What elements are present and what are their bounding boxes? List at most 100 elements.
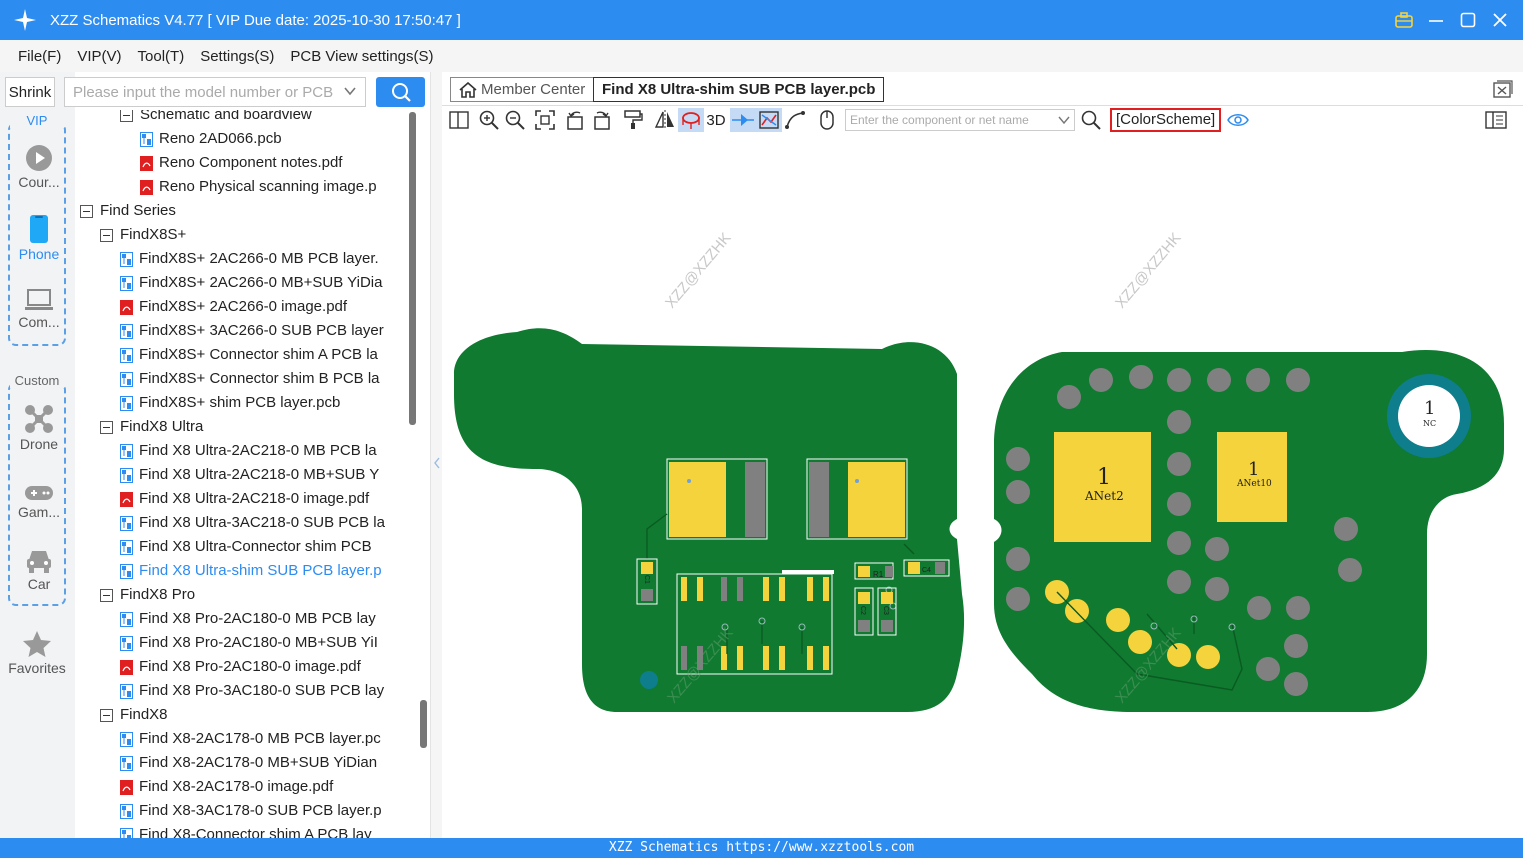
tree-file[interactable]: Find X8 Pro-2AC180-0 image.pdf	[120, 655, 361, 679]
tree-file[interactable]: Find X8-2AC178-0 MB+SUB YiDian	[120, 751, 377, 775]
tree-node-label: FindX8S+ Connector shim B PCB la	[139, 370, 380, 387]
net-highlight-button[interactable]	[678, 108, 704, 132]
collapse-toggle-icon[interactable]	[100, 228, 113, 242]
shrink-button[interactable]: Shrink	[5, 77, 55, 107]
chevron-left-icon[interactable]	[433, 457, 441, 469]
collapse-toggle-icon[interactable]	[100, 708, 113, 722]
trace-button[interactable]	[782, 108, 808, 132]
menu-tool[interactable]: Tool(T)	[138, 48, 185, 65]
vip-bag-icon[interactable]	[1395, 11, 1413, 29]
tree-scrollbar[interactable]	[409, 112, 416, 425]
pcb-render[interactable]: XZZ@XZZHK XZZ@XZZHK C1 R1 C4 C2 C3 1 ANe…	[442, 134, 1523, 838]
tree-file[interactable]: Find X8-3AC178-0 SUB PCB layer.p	[120, 799, 382, 823]
search-button[interactable]	[376, 77, 425, 107]
tree-file[interactable]: Reno Component notes.pdf	[140, 151, 342, 175]
color-scheme-button[interactable]: [ColorScheme]	[1110, 108, 1222, 132]
tree-folder[interactable]: FindX8	[100, 703, 168, 727]
collapse-toggle-icon[interactable]	[100, 420, 113, 434]
rail-item-car[interactable]: Car	[10, 548, 68, 592]
tab-member-center[interactable]: Member Center	[450, 77, 595, 102]
maximize-button[interactable]	[1459, 11, 1477, 29]
fit-view-button[interactable]	[532, 108, 558, 132]
tree-scrollbar-secondary[interactable]	[420, 700, 427, 748]
tree-file[interactable]: Find X8-2AC178-0 image.pdf	[120, 775, 333, 799]
minimize-button[interactable]	[1427, 11, 1445, 29]
collapse-toggle-icon[interactable]	[100, 588, 113, 602]
rail-item-favorites[interactable]: Favorites	[3, 630, 71, 676]
watermark-2: XZZ@XZZHK	[1112, 230, 1185, 312]
zoom-out-button[interactable]	[502, 108, 528, 132]
tree-file[interactable]: Find X8 Ultra-3AC218-0 SUB PCB la	[120, 511, 385, 535]
close-all-tabs-icon[interactable]	[1493, 80, 1513, 98]
watermark-1: XZZ@XZZHK	[662, 230, 735, 312]
chevron-down-icon[interactable]	[343, 84, 357, 98]
mirror-button[interactable]	[652, 108, 678, 132]
menu-file[interactable]: File(F)	[18, 48, 61, 65]
tree-file[interactable]: FindX8S+ Connector shim A PCB la	[120, 343, 378, 367]
collapse-toggle-icon[interactable]	[120, 110, 133, 122]
toggle-panel-button[interactable]	[446, 108, 472, 132]
r1-label: R1	[873, 570, 884, 579]
tree-folder[interactable]: Find Series	[80, 199, 176, 223]
tree-file[interactable]: Find X8 Ultra-2AC218-0 MB PCB la	[120, 439, 377, 463]
tree-file[interactable]: Find X8 Ultra-shim SUB PCB layer.p	[120, 559, 382, 583]
tree-file[interactable]: FindX8S+ 2AC266-0 MB PCB layer.	[120, 247, 379, 271]
component-search-input[interactable]: Enter the component or net name	[845, 109, 1075, 131]
rotate-right-button[interactable]	[589, 108, 615, 132]
rail-item-game[interactable]: Gam...	[10, 484, 68, 520]
title-bar: XZZ Schematics V4.77 [ VIP Due date: 202…	[0, 0, 1523, 40]
mouse-mode-button[interactable]	[814, 108, 840, 132]
rail-item-computer[interactable]: Com...	[10, 288, 68, 330]
rail-item-drone[interactable]: Drone	[10, 404, 68, 452]
big-pad-2-net: ANet10	[1236, 479, 1272, 489]
tree-file[interactable]: FindX8S+ Connector shim B PCB la	[120, 367, 380, 391]
tree-file[interactable]: Find X8 Ultra-2AC218-0 image.pdf	[120, 487, 369, 511]
paint-button[interactable]	[620, 108, 646, 132]
tree-file[interactable]: Reno Physical scanning image.p	[140, 175, 377, 199]
pin-direction-button[interactable]	[730, 108, 756, 132]
tree-file[interactable]: Find X8 Ultra-Connector shim PCB	[120, 535, 372, 559]
tree-file[interactable]: Find X8-Connector shim A PCB lay	[120, 823, 372, 838]
chevron-down-icon[interactable]	[1058, 114, 1070, 126]
tree-folder[interactable]: FindX8 Ultra	[100, 415, 203, 439]
tree-file[interactable]: Find X8-2AC178-0 MB PCB layer.pc	[120, 727, 381, 751]
tree-file[interactable]: FindX8S+ 2AC266-0 image.pdf	[120, 295, 347, 319]
layer-view-button[interactable]	[756, 108, 782, 132]
drone-icon	[25, 405, 53, 433]
pdf-file-icon	[120, 659, 133, 675]
layer-view-icon	[759, 111, 779, 129]
close-button[interactable]	[1491, 11, 1509, 29]
tree-file[interactable]: Find X8 Pro-2AC180-0 MB+SUB YiI	[120, 631, 378, 655]
play-circle-icon	[26, 145, 52, 171]
tree-folder[interactable]: Schematic and boardview	[120, 110, 312, 127]
rotate-left-button[interactable]	[562, 108, 588, 132]
side-panel-button[interactable]	[1483, 108, 1509, 132]
tree-file[interactable]: Find X8 Pro-3AC180-0 SUB PCB lay	[120, 679, 384, 703]
component-search-button[interactable]	[1078, 108, 1104, 132]
zoom-in-button[interactable]	[476, 108, 502, 132]
panel-splitter[interactable]	[430, 72, 442, 838]
tree-node-label: Find X8-3AC178-0 SUB PCB layer.p	[139, 802, 382, 819]
rail-item-phone[interactable]: Phone	[10, 214, 68, 262]
collapse-toggle-icon[interactable]	[80, 204, 93, 218]
pcb-file-icon	[120, 683, 133, 699]
tree-folder[interactable]: FindX8 Pro	[100, 583, 195, 607]
menu-settings[interactable]: Settings(S)	[200, 48, 274, 65]
model-search-input[interactable]: Please input the model number or PCB	[64, 77, 366, 107]
tree-file[interactable]: FindX8S+ 2AC266-0 MB+SUB YiDia	[120, 271, 382, 295]
pcb-canvas[interactable]: XZZ@XZZHK XZZ@XZZHK C1 R1 C4 C2 C3 1 ANe…	[442, 134, 1523, 838]
visibility-button[interactable]	[1225, 108, 1251, 132]
menu-pcb-view-settings[interactable]: PCB View settings(S)	[290, 48, 433, 65]
three-d-button[interactable]: 3D	[703, 108, 729, 132]
tab-active-pcb[interactable]: Find X8 Ultra-shim SUB PCB layer.pcb	[593, 77, 885, 102]
tree-file[interactable]: FindX8S+ shim PCB layer.pcb	[120, 391, 340, 415]
tree-node-label: Find X8 Ultra-Connector shim PCB	[139, 538, 372, 555]
tree-file[interactable]: Reno 2AD066.pcb	[140, 127, 282, 151]
tree-file[interactable]: FindX8S+ 3AC266-0 SUB PCB layer	[120, 319, 384, 343]
rail-item-courses[interactable]: Cour...	[10, 144, 68, 190]
menu-vip[interactable]: VIP(V)	[77, 48, 121, 65]
rail-item-label: Favorites	[8, 660, 66, 676]
tree-folder[interactable]: FindX8S+	[100, 223, 186, 247]
tree-file[interactable]: Find X8 Ultra-2AC218-0 MB+SUB Y	[120, 463, 379, 487]
tree-file[interactable]: Find X8 Pro-2AC180-0 MB PCB lay	[120, 607, 376, 631]
